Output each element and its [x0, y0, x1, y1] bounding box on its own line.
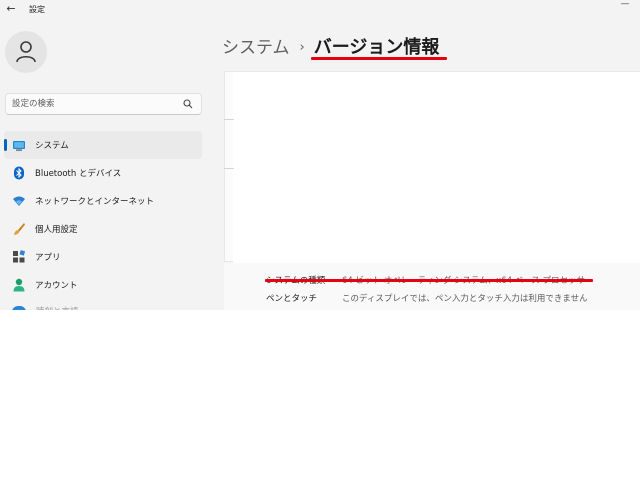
breadcrumb-parent-link[interactable]: システム	[222, 38, 290, 58]
sidebar-item-label: システム	[35, 141, 69, 151]
bluetooth-icon	[14, 166, 24, 180]
sidebar-item-label: アカウント	[35, 281, 78, 291]
sidebar-item-label: 個人用設定	[35, 225, 78, 235]
apps-icon	[13, 250, 26, 263]
person-icon	[13, 278, 25, 292]
page-title: バージョン情報	[313, 37, 440, 58]
search-box[interactable]	[5, 93, 202, 115]
spec-row-pen-touch[interactable]: ペンとタッチ このディスプレイでは、ペン入力とタッチ入力は利用できません	[266, 286, 588, 304]
app-title: 設定	[29, 5, 45, 14]
chevron-right-icon: ›	[299, 40, 305, 55]
minimize-button[interactable]: —	[617, 0, 633, 10]
sidebar-item-system[interactable]: システム	[4, 131, 202, 159]
title-highlight-underline	[311, 57, 447, 60]
selection-indicator	[4, 139, 7, 151]
spec-value: このディスプレイでは、ペン入力とタッチ入力は利用できません	[342, 294, 588, 304]
divider	[224, 119, 234, 120]
wifi-icon	[13, 196, 25, 206]
sidebar-item-label: Bluetooth とデバイス	[35, 169, 122, 179]
sidebar-item-personalization[interactable]: 個人用設定	[4, 215, 202, 243]
sidebar-nav: システム Bluetooth とデバイス ネットワークとインターネット 個人用設…	[4, 131, 202, 299]
search-icon[interactable]	[183, 99, 193, 109]
sidebar-item-label: ネットワークとインターネット	[35, 197, 155, 207]
user-icon	[16, 41, 36, 63]
avatar[interactable]	[5, 31, 47, 73]
blank-area	[0, 310, 640, 480]
title-bar: ← 設定 —	[0, 0, 640, 20]
sidebar-item-bluetooth[interactable]: Bluetooth とデバイス	[4, 159, 202, 187]
sidebar-item-accounts[interactable]: アカウント	[4, 271, 202, 299]
spec-highlight-underline	[265, 279, 593, 282]
sidebar-item-apps[interactable]: アプリ	[4, 243, 202, 271]
search-input[interactable]	[12, 97, 182, 111]
back-button[interactable]: ←	[4, 2, 18, 16]
panel-content	[233, 72, 640, 263]
divider	[224, 168, 234, 169]
monitor-icon	[13, 141, 25, 151]
sidebar-item-network[interactable]: ネットワークとインターネット	[4, 187, 202, 215]
device-info-panel	[224, 71, 640, 263]
spec-key: ペンとタッチ	[266, 294, 318, 304]
brush-icon	[14, 223, 25, 235]
sidebar-item-label: アプリ	[35, 253, 61, 263]
settings-window: ← 設定 — システム	[0, 0, 640, 310]
